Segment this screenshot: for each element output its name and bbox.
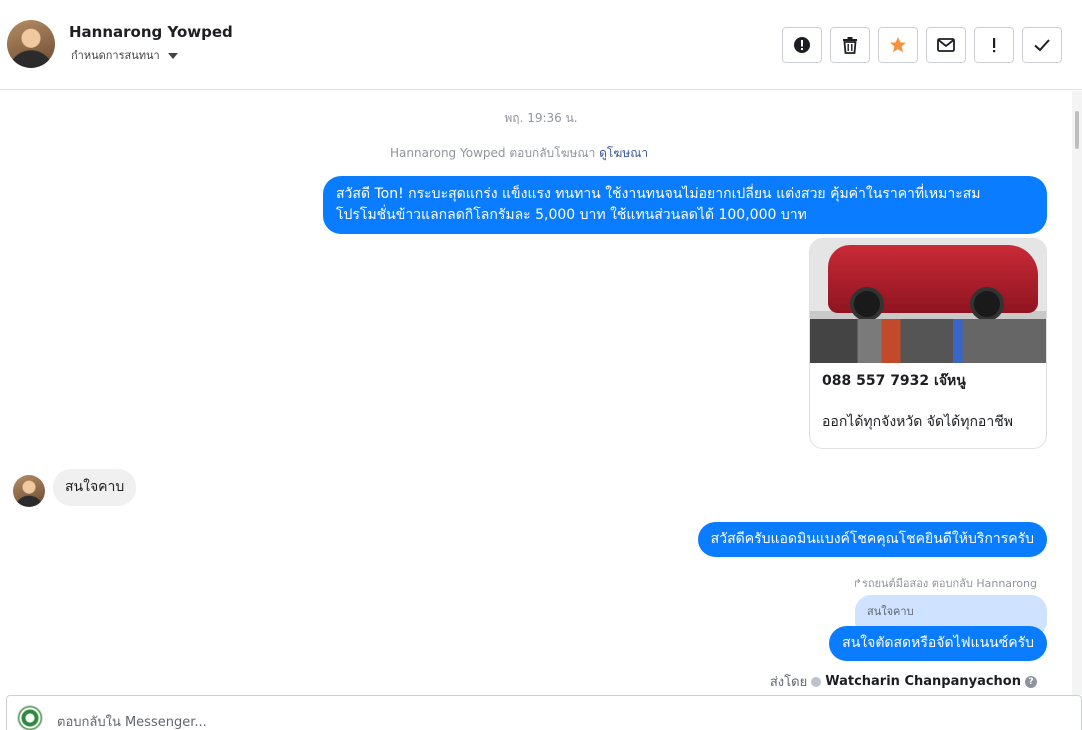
follow-up-button[interactable] (974, 27, 1014, 63)
page-avatar (17, 705, 43, 730)
conversation-label-dropdown[interactable]: กำหนดการสนทนา (71, 46, 178, 64)
verified-badge-icon (811, 676, 822, 687)
envelope-icon (937, 38, 955, 52)
mark-done-button[interactable] (1022, 27, 1062, 63)
sent-by-info: ส่งโดย Watcharin Chanpanyachon ? (770, 671, 1037, 692)
sent-by-label: ส่งโดย (769, 675, 808, 690)
card-phone-text: 088 557 7932 เจ๊หนู (822, 373, 966, 389)
outgoing-message[interactable]: สนใจตัดสดหรือจัดไฟแนนซ์ครับ (829, 626, 1047, 661)
sender-avatar[interactable] (13, 475, 45, 507)
contact-name[interactable]: Hannarong Yowped (69, 23, 233, 41)
ad-reply-notice: Hannarong Yowped ตอบกลับโฆษณา ดูโฆษณา (390, 144, 648, 163)
scrollbar-thumb[interactable] (1075, 111, 1079, 149)
help-icon[interactable]: ? (1025, 675, 1037, 688)
contact-avatar[interactable] (7, 20, 55, 68)
outgoing-message[interactable]: สวัสดีครับแอดมินแบงค์โชคคุณโชคยินดีให้บร… (697, 522, 1047, 557)
car-wheel (850, 287, 884, 321)
checkmark-icon (1034, 39, 1050, 52)
exclamation-icon (993, 38, 996, 53)
message-line: โปรโมชั่นข้าวแลกลดกิโลกรัมละ 5,000 บาท ใ… (336, 207, 807, 223)
car-image (810, 239, 1046, 363)
alert-circle-icon (794, 37, 810, 53)
outgoing-message[interactable]: สวัสดี Ton! กระบะสุดแกร่ง แข็งแรง ทนทาน … (323, 176, 1047, 234)
card-description-text: ออกได้ทุกจังหวัด จัดได้ทุกอาชีพ (822, 414, 1013, 430)
conversation-header: Hannarong Yowped กำหนดการสนทนา (0, 0, 1082, 90)
star-button[interactable] (878, 27, 918, 63)
conversation-label-text: กำหนดการสนทนา (71, 49, 160, 62)
ad-reply-text: Hannarong Yowped ตอบกลับโฆษณา (390, 146, 596, 160)
reply-context-text: รถยนต์มือสอง ตอบกลับ Hannarong (862, 577, 1037, 590)
mark-unread-button[interactable] (926, 27, 966, 63)
caret-down-icon (167, 53, 178, 59)
sent-by-name[interactable]: Watcharin Chanpanyachon (825, 674, 1021, 689)
ad-attachment-card[interactable]: 088 557 7932 เจ๊หนู ออกได้ทุกจังหวัด จัด… (809, 238, 1047, 449)
thread-scrollbar[interactable] (1072, 91, 1082, 695)
reply-input-placeholder[interactable]: ตอบกลับใน Messenger... (57, 711, 207, 730)
reply-context-label: ↱รถยนต์มือสอง ตอบกลับ Hannarong (853, 574, 1037, 592)
engine-photo-strip (810, 319, 1046, 363)
conversation-toolbar (782, 27, 1062, 63)
star-icon (890, 37, 906, 53)
message-line: สวัสดี Ton! กระบะสุดแกร่ง แข็งแรง ทนทาน … (336, 186, 981, 202)
thread-timestamp: พฤ. 19:36 น. (504, 111, 578, 125)
trash-icon (843, 37, 857, 54)
reply-composer[interactable]: ตอบกลับใน Messenger... (6, 695, 1082, 730)
car-wheel (970, 287, 1004, 321)
view-ad-link[interactable]: ดูโฆษณา (599, 146, 648, 160)
delete-button[interactable] (830, 27, 870, 63)
message-thread[interactable]: พฤ. 19:36 น. Hannarong Yowped ตอบกลับโฆษ… (0, 91, 1072, 695)
incoming-message[interactable]: สนใจคาบ (53, 469, 137, 506)
mark-spam-button[interactable] (782, 27, 822, 63)
reply-arrow-icon: ↱ (852, 577, 862, 590)
